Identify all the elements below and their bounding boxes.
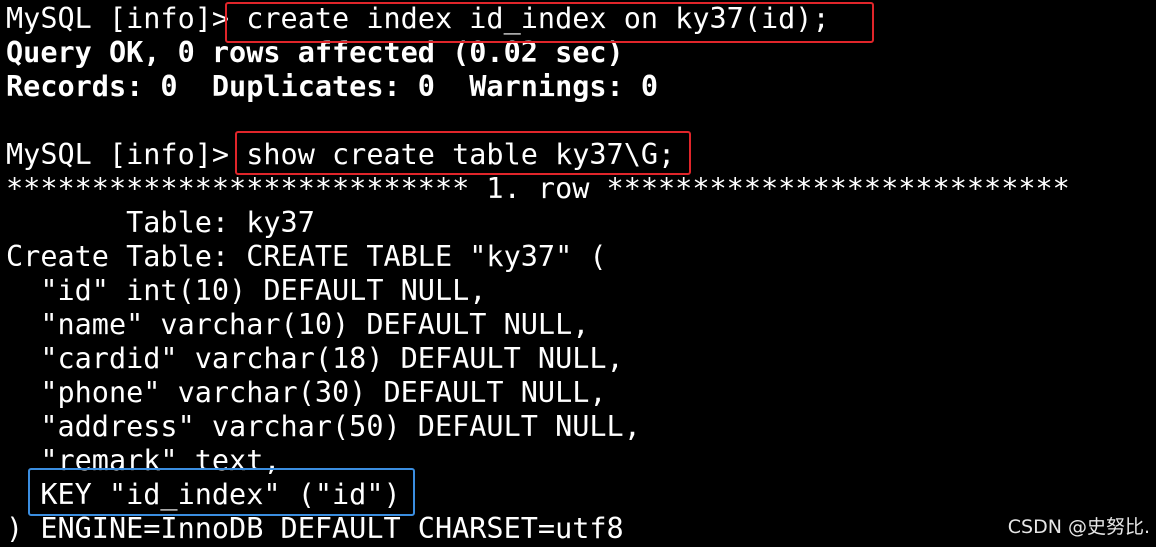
terminal-line-create-table: Create Table: CREATE TABLE "ky37" ( — [6, 240, 607, 273]
terminal-window[interactable]: MySQL [info]> create index id_index on k… — [0, 0, 1156, 547]
terminal-line-column-remark: "remark" text, — [6, 444, 281, 477]
terminal-line-records: Records: 0 Duplicates: 0 Warnings: 0 — [6, 70, 659, 103]
terminal-line-table-name: Table: ky37 — [6, 206, 315, 239]
terminal-line-row-separator: *************************** 1. row *****… — [6, 172, 1070, 205]
terminal-line-column-id: "id" int(10) DEFAULT NULL, — [6, 274, 487, 307]
mysql-prompt: MySQL [info]> — [6, 2, 247, 35]
command-create-index: create index id_index on ky37(id); — [246, 2, 830, 35]
terminal-line-key-index: KEY "id_index" ("id") — [6, 478, 401, 511]
terminal-line-engine: ) ENGINE=InnoDB DEFAULT CHARSET=utf8 — [6, 512, 624, 545]
terminal-line-command-2: MySQL [info]> show create table ky37\G; — [6, 138, 675, 172]
mysql-prompt: MySQL [info]> — [6, 138, 247, 171]
terminal-line-column-phone: "phone" varchar(30) DEFAULT NULL, — [6, 376, 607, 409]
command-show-create-table: show create table ky37\G; — [246, 138, 676, 171]
terminal-line-command-1: MySQL [info]> create index id_index on k… — [6, 2, 830, 36]
csdn-watermark: CSDN @史努比. — [1007, 516, 1150, 538]
terminal-line-column-cardid: "cardid" varchar(18) DEFAULT NULL, — [6, 342, 624, 375]
terminal-line-query-ok: Query OK, 0 rows affected (0.02 sec) — [6, 36, 624, 69]
terminal-line-column-address: "address" varchar(50) DEFAULT NULL, — [6, 410, 641, 443]
terminal-line-column-name: "name" varchar(10) DEFAULT NULL, — [6, 308, 590, 341]
